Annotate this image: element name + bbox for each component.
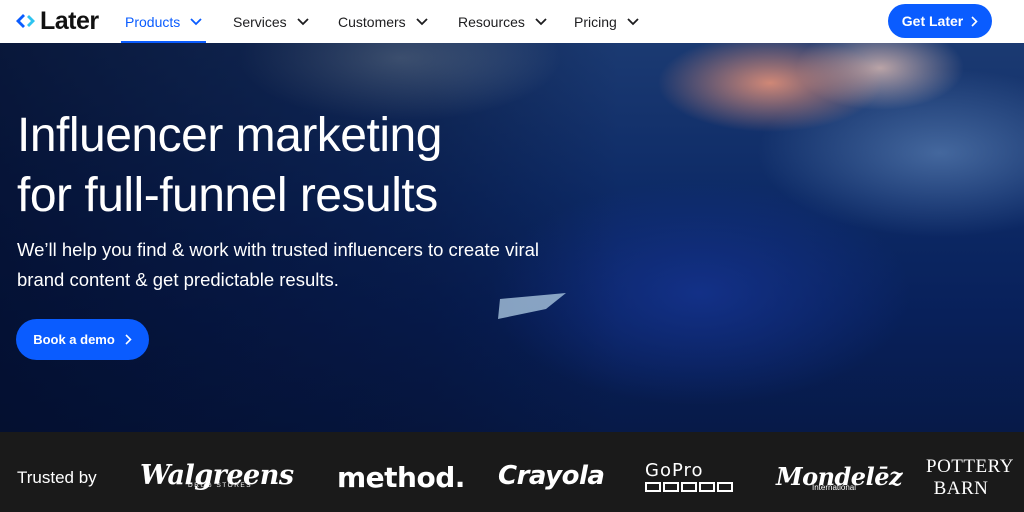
- later-logo[interactable]: Later: [16, 6, 99, 35]
- nav-item-products[interactable]: Products: [120, 0, 207, 43]
- headline-line: Influencer marketing: [17, 109, 442, 162]
- nav-item-label: Products: [125, 13, 181, 30]
- later-logo-icon: [16, 14, 35, 28]
- chevron-right-icon: [971, 15, 978, 27]
- nav-item-label: Services: [233, 13, 287, 30]
- mondelez-logo-subtext: International: [812, 483, 857, 492]
- top-navigation: Later Products Services Customers Resour…: [0, 0, 1024, 43]
- nav-item-label: Pricing: [574, 13, 617, 30]
- gopro-logo: GoPro: [645, 462, 733, 492]
- hero-headline: Influencer marketing for full-funnel res…: [17, 106, 617, 226]
- gopro-logo-boxes: [645, 482, 733, 492]
- nav-item-pricing[interactable]: Pricing: [574, 0, 639, 43]
- method-logo: method.: [337, 461, 465, 494]
- chevron-down-icon: [190, 17, 202, 25]
- walgreens-logo-subtext: DRUG STORES: [188, 482, 253, 489]
- chevron-down-icon: [535, 17, 547, 25]
- logo-text: Later: [40, 6, 99, 35]
- pottery-barn-line: POTTERY: [926, 456, 1014, 477]
- gopro-logo-text: GoPro: [645, 460, 704, 481]
- pottery-barn-logo: POTTERY BARN: [926, 456, 1014, 500]
- get-later-button[interactable]: Get Later: [888, 4, 992, 38]
- hero-subheading: We’ll help you find & work with trusted …: [17, 235, 597, 295]
- hero-background-image: [498, 293, 566, 319]
- trusted-by-bar: Trusted by Walgreens DRUG STORES method.…: [0, 432, 1024, 512]
- nav-item-resources[interactable]: Resources: [458, 0, 547, 43]
- subhead-line: brand content & get predictable results.: [17, 269, 339, 290]
- hero-section: Influencer marketing for full-funnel res…: [0, 43, 1024, 432]
- nav-item-label: Resources: [458, 13, 525, 30]
- subhead-line: We’ll help you find & work with trusted …: [17, 239, 540, 260]
- pottery-barn-line: BARN: [933, 478, 989, 499]
- trusted-by-label: Trusted by: [17, 468, 97, 487]
- nav-item-customers[interactable]: Customers: [338, 0, 428, 43]
- chevron-right-icon: [125, 334, 132, 345]
- book-demo-button[interactable]: Book a demo: [16, 319, 149, 360]
- chevron-down-icon: [297, 17, 309, 25]
- crayola-logo: Crayola: [498, 461, 605, 491]
- book-demo-label: Book a demo: [33, 332, 115, 347]
- nav-item-services[interactable]: Services: [233, 0, 309, 43]
- get-later-label: Get Later: [901, 13, 964, 29]
- nav-item-label: Customers: [338, 13, 406, 30]
- chevron-down-icon: [416, 17, 428, 25]
- headline-line: for full-funnel results: [17, 169, 438, 222]
- chevron-down-icon: [627, 17, 639, 25]
